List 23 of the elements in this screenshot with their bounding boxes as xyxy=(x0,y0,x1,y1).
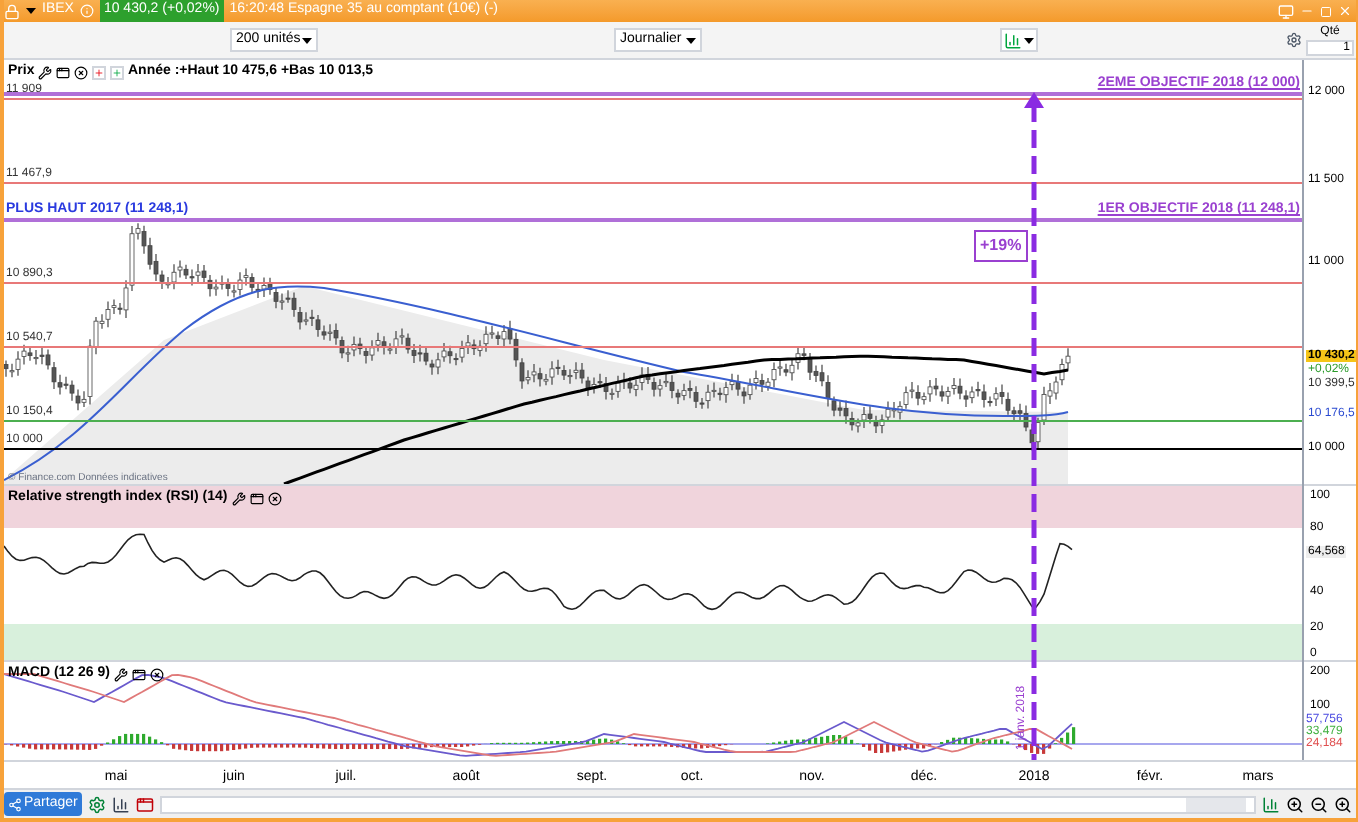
window-icon[interactable] xyxy=(131,667,146,682)
scrollbar[interactable] xyxy=(159,795,1256,813)
settings-icon[interactable] xyxy=(231,491,246,506)
caret-icon xyxy=(302,37,312,43)
zoom-in-icon[interactable] xyxy=(1334,795,1352,813)
close-icon[interactable] xyxy=(267,491,282,506)
chart-icon xyxy=(1004,31,1022,49)
zoom-out-icon[interactable] xyxy=(1310,795,1328,813)
caret-icon xyxy=(1024,37,1034,43)
caret-icon xyxy=(26,8,36,14)
chart-icon[interactable] xyxy=(1262,795,1280,813)
window-icon[interactable] xyxy=(249,491,264,506)
settings-icon[interactable] xyxy=(1286,32,1302,48)
share-icon xyxy=(8,797,22,811)
chart-type-button[interactable] xyxy=(1000,28,1038,52)
chart-icon[interactable] xyxy=(111,795,130,813)
close-icon[interactable] xyxy=(74,65,89,80)
caret-icon xyxy=(686,37,696,43)
window-icon[interactable] xyxy=(56,65,71,80)
close-icon[interactable] xyxy=(149,667,164,682)
settings-icon[interactable] xyxy=(113,667,128,682)
settings-icon[interactable] xyxy=(38,65,53,80)
gain-label: +19% xyxy=(974,230,1028,262)
